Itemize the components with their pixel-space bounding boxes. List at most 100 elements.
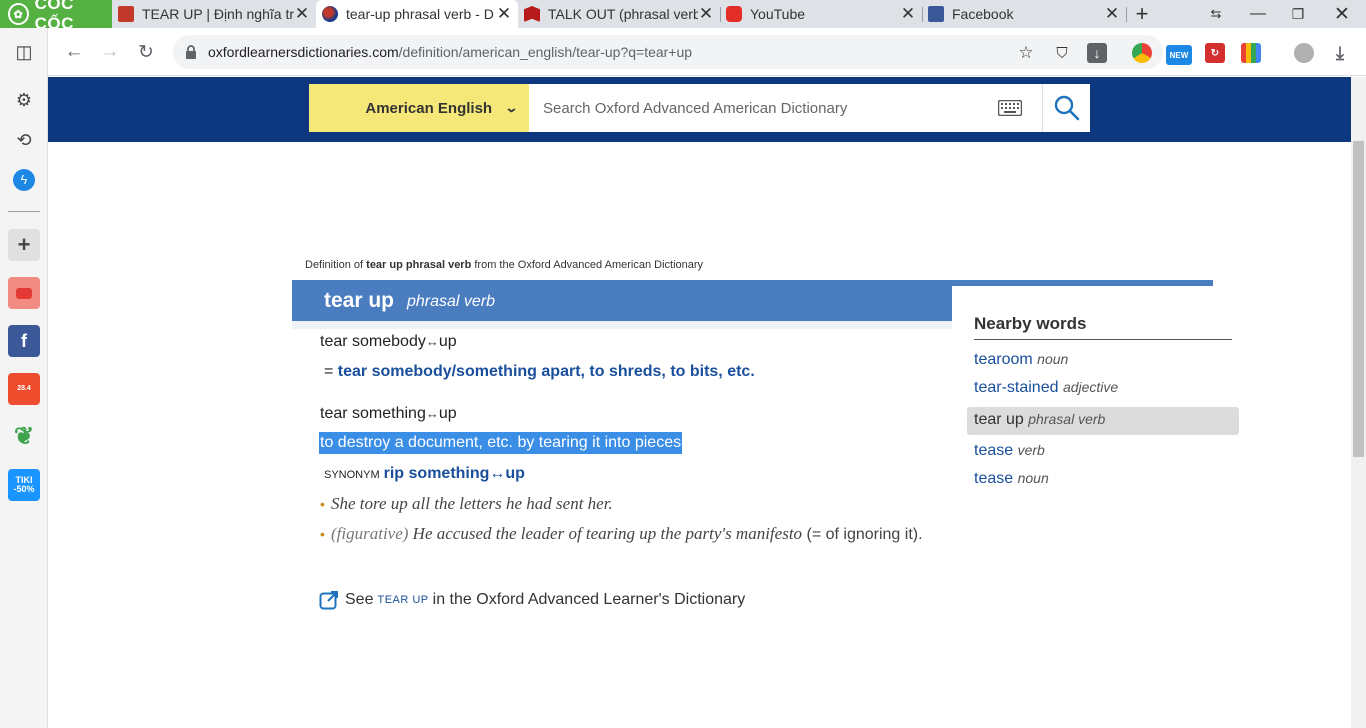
tab-title: TALK OUT (phrasal verb [548,6,698,22]
forward-icon[interactable]: → [98,40,122,64]
nearby-item-tease-verb[interactable]: tease verb [974,442,1045,460]
nearby-word: tease [974,470,1014,487]
browser-toolbar: ← → ↻ oxfordlearnersdictionaries.com/def… [48,28,1366,76]
restore-icon[interactable]: ❐ [1278,0,1318,28]
ext-red-sync-icon[interactable]: ↻ [1205,43,1225,63]
headword-underline [292,321,952,329]
search-icon [1054,95,1079,121]
history-icon[interactable]: ⟲ [10,126,38,154]
minimize-icon[interactable]: — [1238,0,1278,28]
tab-strip: ✿ CỐC CỐC TEAR UP | Định nghĩa tr ✕ tear… [0,0,1366,33]
window-close-icon[interactable]: ✕ [1322,0,1362,28]
facebook-app-icon[interactable]: f [8,325,40,357]
coccoc-logo-icon: ✿ [8,3,29,25]
sense-2-head-text: tear something [320,405,426,422]
example-1-text: She tore up all the letters he had sent … [331,494,613,513]
definition-source: Definition of tear up phrasal verb from … [305,259,703,271]
tab-facebook[interactable]: Facebook ✕ [922,0,1126,28]
search-button[interactable] [1042,84,1090,132]
scrollbar-thumb[interactable] [1353,141,1364,457]
shopee-app-icon[interactable]: 28.4 [8,373,40,405]
download-page-icon[interactable]: ↓ [1087,43,1107,63]
synonym-label: SYNONYM [324,469,380,481]
tab-tear-up-definition[interactable]: TEAR UP | Định nghĩa tr ✕ [112,0,316,28]
nearby-item-tear-up-current[interactable]: tear up phrasal verb [967,407,1239,435]
lock-icon [186,45,196,59]
synonym-link[interactable]: rip something↔up [384,465,525,482]
sidebar-toggle-icon[interactable]: ◫ [10,38,38,66]
search-box [529,84,1042,132]
see-link[interactable]: TEAR UP [377,594,428,606]
nearby-word: tear up [974,411,1024,428]
source-prefix: Definition of [305,259,367,271]
nearby-item-tease-noun[interactable]: tease noun [974,470,1049,488]
close-icon[interactable]: ✕ [1104,4,1120,24]
nearby-pos: noun [1037,351,1069,367]
add-app-icon[interactable]: + [8,229,40,261]
ext-color-grid-icon[interactable] [1241,43,1261,63]
sense-1-head: tear somebody↔up [320,333,457,351]
nearby-words-panel: Nearby words tearoom noun tear-stained a… [953,287,1248,487]
back-icon[interactable]: ← [62,40,86,64]
tab-oxford-active[interactable]: tear-up phrasal verb - D ✕ [316,0,518,28]
external-link-icon[interactable] [319,590,339,610]
nearby-word: tease [974,442,1014,459]
downloads-icon[interactable]: ⤓ [1330,43,1350,63]
nearby-word: tearoom [974,351,1033,368]
shopee-label: 28.4 [17,385,31,393]
nearby-pos: verb [1017,442,1045,458]
oxford-header: American English ⌄ [48,77,1351,142]
tiki-label: TIKI -50% [13,474,35,494]
nearby-item-tearoom[interactable]: tearoom noun [974,351,1068,369]
coccoc-menu-button[interactable]: ✿ CỐC CỐC [0,0,112,33]
tab-talk-out[interactable]: TALK OUT (phrasal verb ✕ [518,0,720,28]
youtube-app-icon[interactable] [8,277,40,309]
keyboard-icon[interactable] [998,100,1022,116]
leaf-app-icon[interactable]: ❦ [8,421,40,453]
tiki-app-icon[interactable]: TIKI -50% [8,469,40,501]
source-suffix: from the Oxford Advanced American Dictio… [471,259,704,271]
bookmark-star-icon[interactable]: ☆ [1016,43,1036,63]
address-bar[interactable]: oxfordlearnersdictionaries.com/definitio… [173,35,1163,69]
ext-circle-icon[interactable] [1132,43,1152,63]
sense-1-head-text: tear somebody [320,333,426,350]
close-icon[interactable]: ✕ [698,4,714,24]
avatar[interactable] [1294,43,1314,63]
close-icon[interactable]: ✕ [294,4,310,24]
new-tab-button[interactable]: + [1122,0,1162,28]
example-2-text: He accused the leader of tearing up the … [408,524,803,543]
tab-title: Facebook [952,6,1014,22]
close-icon[interactable]: ✕ [496,4,512,24]
separable-arrow-icon: ↔ [425,334,439,349]
tab-title: TEAR UP | Định nghĩa tr [142,6,294,22]
close-icon[interactable]: ✕ [900,4,916,24]
example-2: • (figurative) He accused the leader of … [320,522,941,547]
nearby-item-tear-stained[interactable]: tear-stained adjective [974,379,1118,397]
ext-new-badge[interactable]: NEW [1166,45,1192,65]
see-also: See TEAR UP in the Oxford Advanced Learn… [319,590,745,610]
messenger-icon[interactable]: ϟ [10,166,38,194]
separable-arrow-icon: ↔ [425,406,439,421]
search-input[interactable] [543,97,973,119]
nearby-divider [974,339,1232,340]
tab-search-icon[interactable]: ⇆ [1196,0,1236,28]
part-of-speech: phrasal verb [407,293,496,310]
sense-1-xref: = tear somebody/something apart, to shre… [324,363,755,381]
page-scrollbar[interactable] [1351,77,1366,728]
reload-icon[interactable]: ↻ [134,40,158,64]
shield-icon[interactable]: ⛉ [1052,43,1072,63]
header-rule [952,280,1213,286]
sense-2-particle: up [438,405,457,422]
nearby-pos: phrasal verb [1028,411,1106,427]
xref-link[interactable]: tear somebody/something apart, to shreds… [338,363,755,380]
tab-youtube[interactable]: YouTube ✕ [720,0,922,28]
nearby-pos: noun [1017,470,1049,486]
nearby-word: tear-stained [974,379,1059,396]
chevron-down-icon: ⌄ [504,100,519,115]
book-favicon-icon [524,6,540,22]
xref-equals: = [324,363,338,380]
settings-gear-icon[interactable]: ⚙ [10,86,38,114]
dictionary-select[interactable]: American English ⌄ [309,84,529,132]
sense-1-particle: up [438,333,457,350]
see-suffix: in the Oxford Advanced Learner's Diction… [432,591,746,608]
